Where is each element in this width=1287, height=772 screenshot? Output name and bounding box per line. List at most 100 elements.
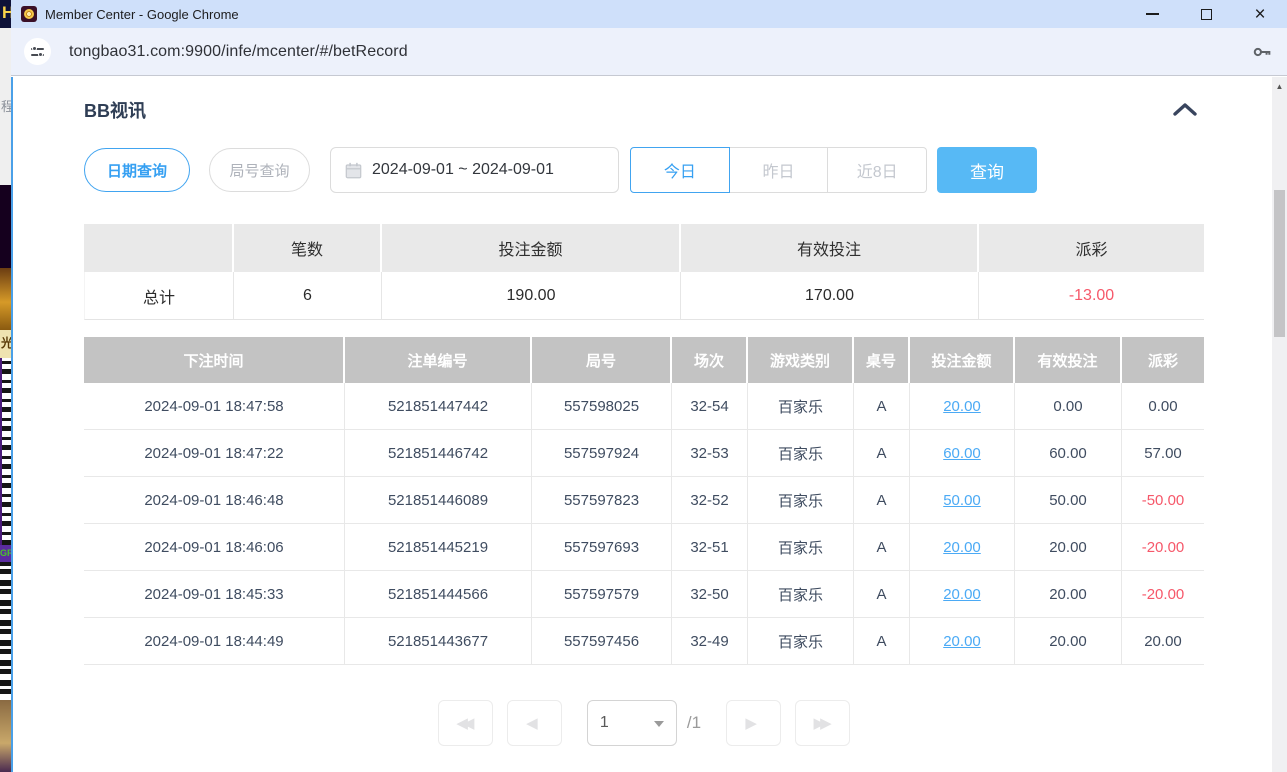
bet-table-cell: 20.00 <box>1015 618 1122 665</box>
scrollbar-thumb[interactable] <box>1274 190 1285 337</box>
last-page-button[interactable]: ▶▶ <box>795 700 850 746</box>
close-icon: × <box>1254 5 1265 24</box>
bet-table-cell: 0.00 <box>1015 383 1122 430</box>
date-range-input[interactable]: 2024-09-01 ~ 2024-09-01 <box>330 147 619 193</box>
bet-table-cell: 2024-09-01 18:45:33 <box>84 571 345 618</box>
date-range-value: 2024-09-01 ~ 2024-09-01 <box>372 161 554 179</box>
bet-table-cell: 2024-09-01 18:44:49 <box>84 618 345 665</box>
bet-amount-link[interactable]: 60.00 <box>943 445 981 462</box>
window-title: Member Center - Google Chrome <box>45 7 239 22</box>
bet-table-cell: 20.00 <box>910 618 1015 665</box>
bet-table-cell: 2024-09-01 18:47:58 <box>84 383 345 430</box>
site-settings-button[interactable] <box>24 38 51 65</box>
bet-table-cell: A <box>854 430 910 477</box>
bet-table-cell: 20.00 <box>910 383 1015 430</box>
bet-table-cell: 百家乐 <box>748 524 854 571</box>
bet-table-cell: 521851443677 <box>345 618 532 665</box>
bet-amount-link[interactable]: 20.00 <box>943 539 981 556</box>
date-query-tab[interactable]: 日期查询 <box>84 148 190 192</box>
bet-table-cell: 521851447442 <box>345 383 532 430</box>
right-arrow-icon: ▶ <box>745 714 757 732</box>
quick-range-近8日[interactable]: 近8日 <box>828 147 927 193</box>
filter-bar: 日期查询 局号查询 2024-09-01 ~ 2024-09-01 今日昨日近8… <box>84 147 1214 193</box>
table-row: 2024-09-01 18:44:49521851443677557597456… <box>84 618 1204 665</box>
bet-table-header-cell: 有效投注 <box>1015 337 1122 383</box>
bet-table-cell: 2024-09-01 18:47:22 <box>84 430 345 477</box>
background-qr-code-2 <box>0 562 11 700</box>
first-page-button[interactable]: ◀◀ <box>438 700 493 746</box>
bet-table-body: 2024-09-01 18:47:58521851447442557598025… <box>84 383 1204 665</box>
background-qr-code-1 <box>0 358 11 545</box>
bet-table-cell: 百家乐 <box>748 477 854 524</box>
summary-bet-amount: 190.00 <box>382 272 681 320</box>
url-text[interactable]: tongbao31.com:9900/infe/mcenter/#/betRec… <box>69 43 408 61</box>
maximize-button[interactable] <box>1179 0 1233 28</box>
total-pages-label: /1 <box>687 713 701 733</box>
page-select[interactable]: 1 <box>587 700 677 746</box>
bet-table-cell: 60.00 <box>910 430 1015 477</box>
background-gold-image <box>0 268 11 330</box>
bet-table-cell: -20.00 <box>1122 571 1204 618</box>
key-icon <box>1251 41 1273 63</box>
quick-range-昨日[interactable]: 昨日 <box>730 147 829 193</box>
background-fragment-top: H <box>0 0 11 28</box>
bet-table-cell: 2024-09-01 18:46:06 <box>84 524 345 571</box>
password-manager-button[interactable] <box>1251 41 1273 63</box>
bet-table-cell: 557597579 <box>532 571 672 618</box>
summary-header-cell: 有效投注 <box>681 224 979 272</box>
bet-table-cell: 32-52 <box>672 477 748 524</box>
summary-header-cell <box>84 224 234 272</box>
round-query-tab[interactable]: 局号查询 <box>209 148 310 192</box>
bet-table-cell: 521851445219 <box>345 524 532 571</box>
quick-range-今日[interactable]: 今日 <box>630 147 730 193</box>
next-page-button[interactable]: ▶ <box>726 700 781 746</box>
chevron-up-icon <box>1172 102 1198 117</box>
minimize-icon <box>1146 13 1159 15</box>
bet-amount-link[interactable]: 50.00 <box>943 492 981 509</box>
summary-header-row: 笔数 投注金额 有效投注 派彩 <box>84 224 1204 272</box>
close-button[interactable]: × <box>1233 0 1287 28</box>
bet-table-cell: 50.00 <box>910 477 1015 524</box>
bet-table-cell: 百家乐 <box>748 618 854 665</box>
search-button[interactable]: 查询 <box>937 147 1037 193</box>
scrollbar[interactable]: ▲ <box>1272 77 1287 772</box>
background-fragment-mid: 程 <box>0 28 11 185</box>
prev-page-button[interactable]: ◀ <box>507 700 562 746</box>
summary-total-label: 总计 <box>84 272 234 320</box>
bet-table-cell: A <box>854 618 910 665</box>
bet-table-cell: 557597693 <box>532 524 672 571</box>
bet-table-header-cell: 桌号 <box>854 337 910 383</box>
pagination: ◀◀ ◀ 1 /1 ▶ ▶▶ <box>84 700 1204 746</box>
quick-range-group: 今日昨日近8日 <box>630 147 927 193</box>
background-qr-label: GR <box>0 545 11 562</box>
site-favicon-icon <box>21 6 37 22</box>
bet-table-cell: A <box>854 383 910 430</box>
bet-table-cell: 557597924 <box>532 430 672 477</box>
summary-header-cell: 笔数 <box>234 224 382 272</box>
table-row: 2024-09-01 18:47:22521851446742557597924… <box>84 430 1204 477</box>
table-row: 2024-09-01 18:46:06521851445219557597693… <box>84 524 1204 571</box>
background-photo-block <box>0 700 11 772</box>
bet-table-header-cell: 注单编号 <box>345 337 532 383</box>
summary-payout: -13.00 <box>979 272 1204 320</box>
table-row: 2024-09-01 18:45:33521851444566557597579… <box>84 571 1204 618</box>
bet-table-header-cell: 投注金额 <box>910 337 1015 383</box>
browser-window: Member Center - Google Chrome × tongbao3… <box>11 0 1287 772</box>
bet-amount-link[interactable]: 20.00 <box>943 586 981 603</box>
summary-header-cell: 投注金额 <box>382 224 681 272</box>
bet-table-cell: 0.00 <box>1122 383 1204 430</box>
bet-table-cell: 20.00 <box>1015 524 1122 571</box>
bet-table-cell: 521851446089 <box>345 477 532 524</box>
bet-amount-link[interactable]: 20.00 <box>943 398 981 415</box>
bet-amount-link[interactable]: 20.00 <box>943 633 981 650</box>
bet-table-cell: 2024-09-01 18:46:48 <box>84 477 345 524</box>
bet-table-cell: A <box>854 524 910 571</box>
minimize-button[interactable] <box>1125 0 1179 28</box>
collapse-section-button[interactable] <box>1169 97 1201 121</box>
bet-table-header-cell: 下注时间 <box>84 337 345 383</box>
bet-table-cell: 32-49 <box>672 618 748 665</box>
scrollbar-up-arrow[interactable]: ▲ <box>1272 82 1287 91</box>
summary-count: 6 <box>234 272 382 320</box>
background-app-strip: H 程 光 GR <box>0 0 11 772</box>
screen: H 程 光 GR Member Center - Google Chrome × <box>0 0 1287 772</box>
